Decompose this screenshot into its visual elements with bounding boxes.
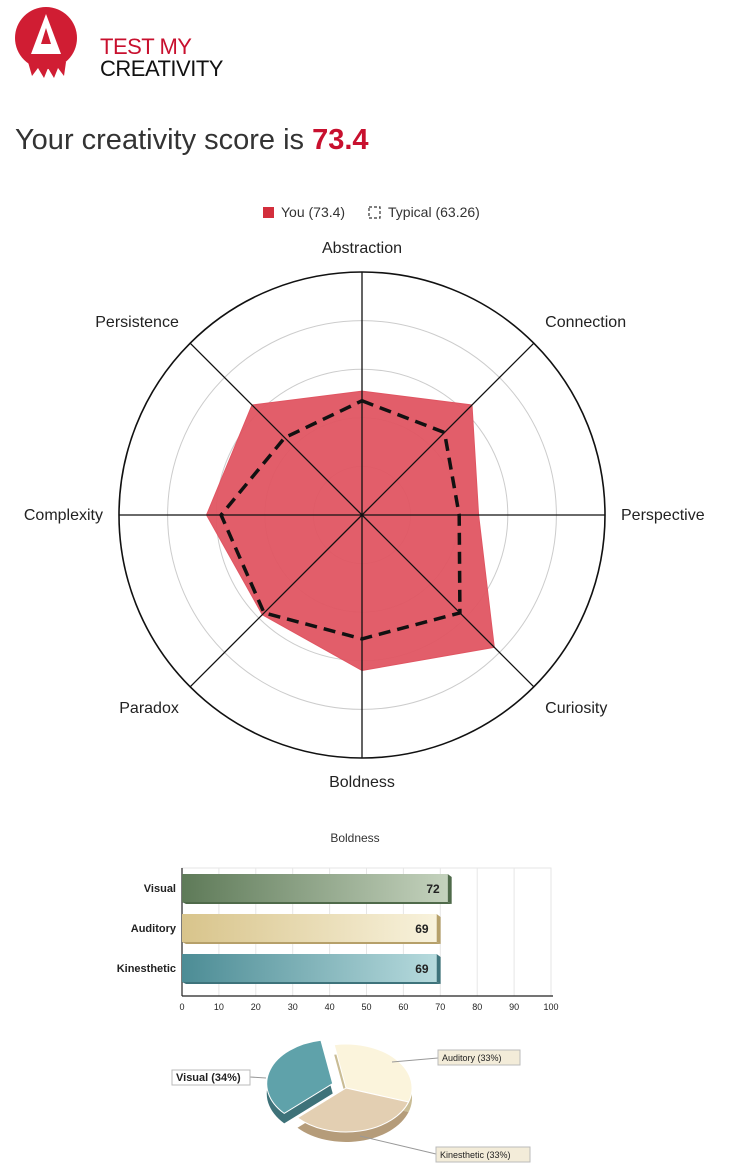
bar-bottom: [182, 982, 441, 984]
bar-x-tick-label: 30: [288, 1002, 298, 1012]
bar-side: [436, 914, 441, 944]
logo-text-line1: TEST MY: [100, 34, 192, 59]
radar-axis-label: Abstraction: [322, 240, 402, 257]
radar-axis-label: Persistence: [95, 314, 179, 331]
logo-badge-icon: [15, 7, 77, 78]
score-value: 73.4: [312, 124, 369, 156]
bar-x-tick-label: 0: [179, 1002, 184, 1012]
bar-x-tick-label: 60: [398, 1002, 408, 1012]
bar-bottom: [182, 902, 452, 904]
bar-x-tick-label: 40: [325, 1002, 335, 1012]
legend-label-you: You (73.4): [281, 204, 345, 220]
legend-label-typical: Typical (63.26): [388, 204, 480, 220]
radar-axis-label: Paradox: [119, 700, 179, 717]
bar-x-tick-label: 50: [361, 1002, 371, 1012]
radar-legend: You (73.4) Typical (63.26): [263, 204, 480, 220]
logo-text-line2: CREATIVITY: [100, 56, 223, 81]
pie-leader-line: [359, 1135, 437, 1155]
bar-kinesthetic: [182, 954, 437, 982]
bar-x-tick-label: 20: [251, 1002, 261, 1012]
bar-chart: Boldness 0 10 20 30 40 50 60 70 80 90 100 72 Visual 69…: [117, 831, 559, 1012]
bar-x-tick-label: 80: [472, 1002, 482, 1012]
legend-swatch-you: [263, 207, 274, 218]
bar-category-label: Auditory: [131, 923, 177, 935]
bar-visual: [182, 874, 448, 902]
bar-x-tick-label: 70: [435, 1002, 445, 1012]
bar-bottom: [182, 942, 441, 944]
bar-x-tick-label: 90: [509, 1002, 519, 1012]
page-title: Your creativity score is 73.4: [15, 124, 369, 157]
bar-x-tick-label: 100: [543, 1002, 558, 1012]
bar-side: [436, 954, 441, 984]
pie-leader-line: [391, 1057, 439, 1063]
pie-label: Kinesthetic (33%): [440, 1150, 511, 1160]
bar-side: [447, 874, 452, 904]
legend-swatch-typical: [368, 206, 381, 219]
pie-leader-line: [249, 1076, 267, 1079]
bar-auditory: [182, 914, 437, 942]
radar-series-you: [205, 390, 495, 672]
pie-label: Visual (34%): [176, 1072, 241, 1084]
bar-value-label: 69: [415, 962, 429, 976]
score-prefix: Your creativity score is: [15, 124, 305, 156]
radar-axis-label: Boldness: [329, 774, 395, 791]
radar-axis-label: Connection: [545, 314, 626, 331]
radar-axis-label: Perspective: [621, 507, 705, 524]
logo[interactable]: TEST MY CREATIVITY: [14, 2, 223, 80]
bar-value-label: 72: [426, 882, 440, 896]
radar-axis-label: Complexity: [24, 507, 103, 524]
bar-category-label: Visual: [144, 883, 176, 895]
pie-chart: Visual (34%) Auditory (33%) Kinesthetic (3…: [171, 1039, 531, 1163]
bar-x-tick-label: 10: [214, 1002, 224, 1012]
radar-chart: You (73.4) Typical (63.26) Abstraction Conn…: [24, 204, 705, 791]
pie-label: Auditory (33%): [442, 1053, 502, 1063]
bar-chart-title: Boldness: [330, 831, 379, 845]
bar-value-label: 69: [415, 922, 429, 936]
radar-axis-label: Curiosity: [545, 700, 607, 717]
bar-category-label: Kinesthetic: [117, 963, 176, 975]
